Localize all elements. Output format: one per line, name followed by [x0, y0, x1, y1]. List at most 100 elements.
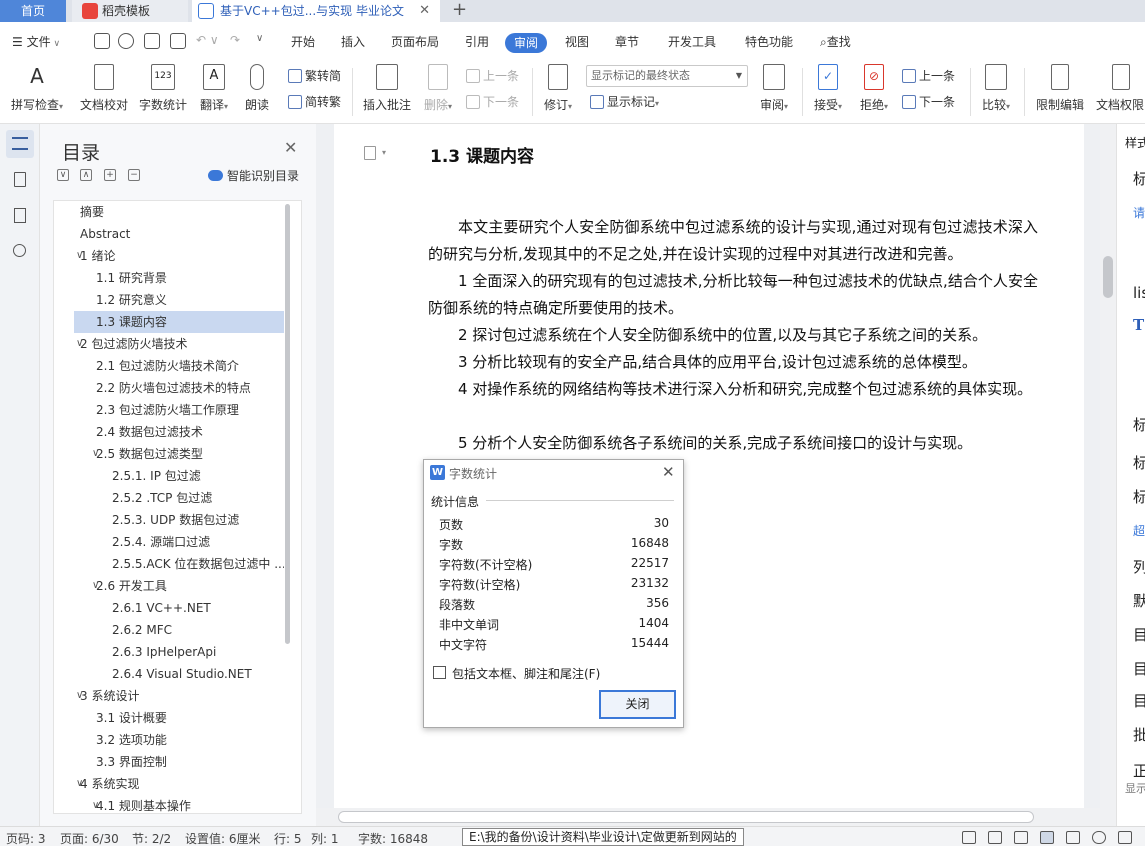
page-outline-icon[interactable] [364, 146, 376, 160]
menu-start[interactable]: 开始 [291, 33, 315, 50]
trad-to-simp-button[interactable]: 繁转简 [288, 67, 341, 84]
remove-heading-icon[interactable]: − [128, 169, 140, 181]
reading-mode-icon[interactable] [988, 831, 1002, 844]
fullscreen-icon[interactable] [962, 831, 976, 844]
review-pane-button[interactable]: 审阅▾ [754, 62, 794, 113]
undo-icon[interactable]: ↶ ∨ [196, 33, 219, 47]
style-list-item[interactable]: 默 [1133, 590, 1145, 611]
toc-item[interactable]: 2.6.4 Visual Studio.NET [74, 663, 284, 685]
show-markup-button[interactable]: 显示标记▾ [590, 93, 659, 110]
toc-item[interactable]: ∨ 2.6 开发工具 [74, 575, 284, 597]
revise-button[interactable]: 修订▾ [538, 62, 578, 113]
print-preview-icon[interactable] [170, 33, 186, 49]
spellcheck-button[interactable]: A 拼写检查▾ [8, 62, 66, 113]
menu-insert[interactable]: 插入 [341, 33, 365, 50]
next-change-button[interactable]: 下一条 [902, 93, 955, 110]
style-list-item[interactable]: 请 [1133, 204, 1145, 221]
toc-item[interactable]: 3.2 选项功能 [74, 729, 284, 751]
smart-toc-button[interactable]: 智能识别目录 [208, 167, 299, 184]
toc-rail-button[interactable] [6, 130, 34, 158]
quick-access-more-icon[interactable]: ∨ [256, 33, 263, 44]
search-menu[interactable]: ⌕查找 [820, 33, 851, 50]
toc-item[interactable]: 2.4 数据包过滤技术 [74, 421, 284, 443]
bookmark-rail-button[interactable] [6, 202, 34, 230]
menu-references[interactable]: 引用 [465, 33, 489, 50]
expand-all-icon[interactable]: ∨ [57, 169, 69, 181]
vertical-scrollbar[interactable] [1100, 124, 1116, 808]
compare-button[interactable]: 比较▾ [976, 62, 1016, 113]
prev-comment-button[interactable]: 上一条 [466, 67, 519, 84]
new-tab-icon[interactable]: + [452, 0, 467, 20]
close-icon[interactable]: ✕ [284, 138, 297, 157]
close-tab-icon[interactable]: ✕ [419, 0, 430, 22]
style-list-item[interactable]: 正 [1133, 760, 1145, 781]
page-view-icon[interactable] [1040, 831, 1054, 844]
toc-item[interactable]: 2.6.1 VC++.NET [74, 597, 284, 619]
toc-item[interactable]: 2.3 包过滤防火墙工作原理 [74, 399, 284, 421]
tab-home[interactable]: 首页 [0, 0, 66, 22]
toc-item[interactable]: Abstract [74, 223, 284, 245]
export-icon[interactable] [118, 33, 134, 49]
toc-item[interactable]: 2.5.3. UDP 数据包过滤 [74, 509, 284, 531]
menu-chapter[interactable]: 章节 [615, 33, 639, 50]
status-page[interactable]: 页面: 6/30 [60, 830, 119, 846]
horizontal-scrollbar[interactable] [316, 808, 1116, 826]
toc-item[interactable]: 1.2 研究意义 [74, 289, 284, 311]
toc-item[interactable]: ∨ 4.1 规则基本操作 [74, 795, 284, 813]
menu-features[interactable]: 特色功能 [745, 33, 793, 50]
style-list-item[interactable]: 批 [1133, 724, 1145, 745]
toc-item[interactable]: 1.1 研究背景 [74, 267, 284, 289]
track-state-select[interactable]: 显示标记的最终状态 ▼ [586, 65, 748, 87]
toc-item[interactable]: 2.2 防火墙包过滤技术的特点 [74, 377, 284, 399]
eye-protect-icon[interactable] [1118, 831, 1132, 844]
translate-button[interactable]: A 翻译▾ [194, 62, 234, 113]
toc-item[interactable]: 1.3 课题内容 [74, 311, 284, 333]
prev-change-button[interactable]: 上一条 [902, 67, 955, 84]
toc-item[interactable]: 摘要 [74, 201, 284, 223]
status-wordcount[interactable]: 字数: 16848 [358, 830, 428, 846]
menu-developer[interactable]: 开发工具 [668, 33, 716, 50]
style-list-item[interactable]: 标 [1133, 486, 1145, 507]
pages-rail-button[interactable] [6, 166, 34, 194]
tab-templates[interactable]: 稻壳模板 [72, 0, 188, 22]
redo-icon[interactable]: ↷ [230, 33, 240, 47]
close-button[interactable]: 关闭 [599, 690, 676, 719]
restrict-edit-button[interactable]: 限制编辑 [1030, 62, 1090, 113]
print-icon[interactable] [144, 33, 160, 49]
toc-scrollbar[interactable] [285, 204, 290, 644]
toc-item[interactable]: 3.1 设计概要 [74, 707, 284, 729]
toc-item[interactable]: ∨ 3 系统设计 [74, 685, 284, 707]
save-icon[interactable] [94, 33, 110, 49]
toc-item[interactable]: 2.1 包过滤防火墙技术简介 [74, 355, 284, 377]
menu-review[interactable]: 审阅 [505, 33, 547, 53]
insert-comment-button[interactable]: 插入批注 [360, 62, 414, 113]
wordcount-button[interactable]: 123 字数统计 [136, 62, 190, 113]
toc-item[interactable]: 2.5.1. IP 包过滤 [74, 465, 284, 487]
toc-item[interactable]: ∨ 2 包过滤防火墙技术 [74, 333, 284, 355]
menu-view[interactable]: 视图 [565, 33, 589, 50]
toc-item[interactable]: 2.5.4. 源端口过滤 [74, 531, 284, 553]
toc-item[interactable]: 2.6.2 MFC [74, 619, 284, 641]
menu-layout[interactable]: 页面布局 [391, 33, 439, 50]
pen-icon[interactable] [1014, 831, 1028, 844]
style-list-item[interactable]: 列 [1133, 556, 1145, 577]
toc-item[interactable]: 2.5.2 .TCP 包过滤 [74, 487, 284, 509]
toc-item[interactable]: ∨ 2.5 数据包过滤类型 [74, 443, 284, 465]
style-list-item[interactable]: 标 [1133, 414, 1145, 435]
scroll-thumb[interactable] [338, 811, 1034, 823]
close-icon[interactable]: ✕ [662, 463, 675, 481]
toc-item[interactable]: ∨ 4 系统实现 [74, 773, 284, 795]
style-list-item[interactable]: 显示 [1125, 780, 1145, 796]
style-list-item[interactable]: 超 [1133, 522, 1145, 539]
next-comment-button[interactable]: 下一条 [466, 93, 519, 110]
style-list-item[interactable]: T [1133, 316, 1144, 334]
style-list-item[interactable]: 目 [1133, 690, 1145, 711]
find-rail-button[interactable] [6, 238, 34, 266]
accept-button[interactable]: ✓ 接受▾ [808, 62, 848, 113]
style-list-item[interactable]: 目 [1133, 624, 1145, 645]
readaloud-button[interactable]: 朗读 [240, 62, 274, 113]
reject-button[interactable]: ⊘ 拒绝▾ [854, 62, 894, 113]
include-textbox-checkbox[interactable] [433, 666, 446, 679]
file-menu[interactable]: ☰ 文件 ∨ [12, 33, 60, 50]
proofread-button[interactable]: 文档校对 [76, 62, 132, 113]
